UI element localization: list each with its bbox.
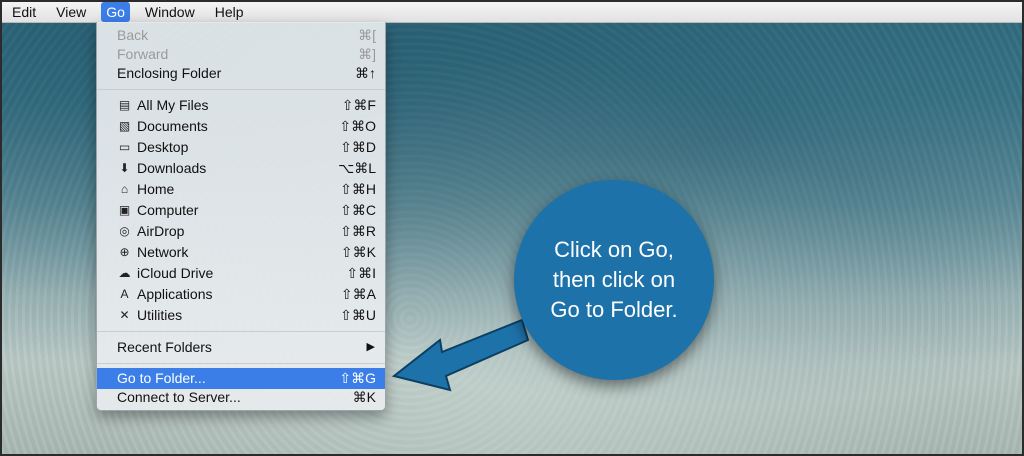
all-files-icon: ▤ [118,98,131,112]
menu-item-shortcut: ⇧⌘C [340,202,376,218]
callout-line: Go to Folder. [550,297,678,322]
menu-item-shortcut: ⌥⌘L [338,160,376,176]
utilities-icon: ✕ [119,308,130,322]
menu-item-label: Connect to Server... [117,389,241,405]
menu-item-shortcut: ⇧⌘F [341,97,376,113]
desktop-icon: ▭ [118,140,131,154]
menu-item-shortcut: ⌘K [352,389,376,405]
icloud-icon: ☁ [118,266,131,280]
callout-line: Click on Go, [554,237,674,262]
network-icon: ⊕ [119,245,130,259]
menu-item-downloads[interactable]: ⬇ Downloads ⌥⌘L [97,158,385,179]
menu-item-airdrop[interactable]: ◎ AirDrop ⇧⌘R [97,221,385,242]
menu-item-shortcut: ⇧⌘K [340,244,376,260]
menu-item-documents[interactable]: ▧ Documents ⇧⌘O [97,116,385,137]
menu-item-shortcut: ⇧⌘O [339,118,376,134]
menu-item-go-to-folder[interactable]: Go to Folder... ⇧⌘G [97,368,385,389]
menu-view[interactable]: View [46,2,96,22]
menu-item-label: Desktop [137,139,189,155]
menu-item-forward[interactable]: Forward ⌘] [97,44,385,65]
documents-icon: ▧ [118,119,131,133]
applications-icon: A [120,287,129,301]
menu-item-shortcut: ⌘] [358,46,376,62]
menu-item-label: Downloads [137,160,207,176]
go-menu-dropdown: Back ⌘[ Forward ⌘] Enclosing Folder ⌘↑ ▤… [96,22,386,411]
menu-item-label: Network [137,244,189,260]
menu-window[interactable]: Window [135,2,205,22]
menu-item-label: Utilities [137,307,183,323]
menu-item-label: Recent Folders [117,339,212,355]
menu-separator [97,89,385,90]
menu-item-label: Enclosing Folder [117,65,222,81]
menu-item-connect-to-server[interactable]: Connect to Server... ⌘K [97,387,385,408]
menu-item-computer[interactable]: ▣ Computer ⇧⌘C [97,200,385,221]
menu-edit[interactable]: Edit [2,2,46,22]
menu-item-label: Applications [137,286,213,302]
menu-item-label: AirDrop [137,223,185,239]
menu-item-label: Back [117,27,149,43]
menu-item-label: Documents [137,118,208,134]
menu-item-label: Forward [117,46,169,62]
menu-item-network[interactable]: ⊕ Network ⇧⌘K [97,242,385,263]
callout-text: Click on Go, then click on Go to Folder. [529,235,699,325]
menu-item-shortcut: ⌘[ [358,27,376,43]
home-icon: ⌂ [120,182,129,196]
menu-help[interactable]: Help [205,2,254,22]
menu-item-shortcut: ⇧⌘G [339,370,376,386]
menu-go[interactable]: Go [101,2,130,22]
menu-item-recent-folders[interactable]: Recent Folders ▶ [97,337,385,358]
menu-item-icloud-drive[interactable]: ☁ iCloud Drive ⇧⌘I [97,263,385,284]
menu-item-label: Computer [137,202,199,218]
menu-item-shortcut: ⇧⌘H [340,181,376,197]
menu-item-enclosing-folder[interactable]: Enclosing Folder ⌘↑ [97,63,385,84]
callout-line: then click on [552,267,676,292]
menu-item-shortcut: ⇧⌘R [340,223,376,239]
computer-icon: ▣ [118,203,131,217]
menu-item-home[interactable]: ⌂ Home ⇧⌘H [97,179,385,200]
menu-item-shortcut: ⇧⌘D [340,139,376,155]
menu-item-shortcut: ⌘↑ [355,65,376,81]
menu-item-all-my-files[interactable]: ▤ All My Files ⇧⌘F [97,95,385,116]
menu-item-label: Go to Folder... [117,370,206,386]
menu-item-shortcut: ⇧⌘U [340,307,376,323]
menu-item-shortcut: ⇧⌘I [346,265,376,281]
menu-item-shortcut: ⇧⌘A [340,286,376,302]
submenu-arrow-icon: ▶ [366,341,375,353]
menu-item-back[interactable]: Back ⌘[ [97,25,385,46]
desktop-background: Edit View Go Window Help Back ⌘[ Forward… [0,0,1024,456]
menu-item-label: iCloud Drive [137,265,214,281]
menu-item-label: Home [137,181,175,197]
menu-item-desktop[interactable]: ▭ Desktop ⇧⌘D [97,137,385,158]
callout-arrow-icon [391,318,530,392]
menu-item-applications[interactable]: A Applications ⇧⌘A [97,284,385,305]
downloads-icon: ⬇ [119,161,130,175]
menu-separator [97,331,385,332]
callout-bubble: Click on Go, then click on Go to Folder. [514,180,714,380]
menu-bar: Edit View Go Window Help [2,2,1022,23]
menu-item-utilities[interactable]: ✕ Utilities ⇧⌘U [97,305,385,326]
airdrop-icon: ◎ [119,224,130,238]
menu-item-label: All My Files [137,97,209,113]
menu-separator [97,363,385,364]
